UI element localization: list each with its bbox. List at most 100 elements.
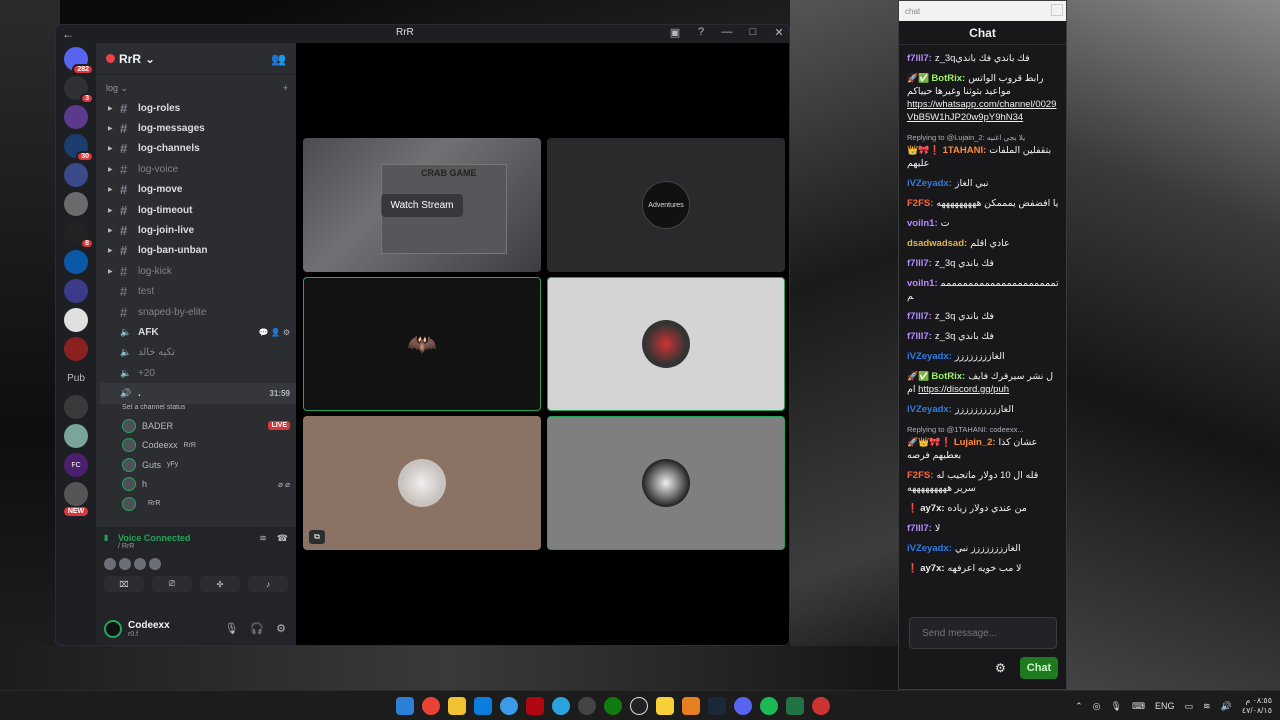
chat-username[interactable]: ay7x:	[920, 563, 944, 574]
participant-tile[interactable]: Adventures	[547, 138, 785, 272]
server-icon[interactable]: 8	[64, 221, 94, 249]
chat-username[interactable]: BotRix:	[931, 73, 965, 84]
user-avatar[interactable]	[104, 619, 122, 638]
server-icon[interactable]	[64, 250, 88, 274]
voice-channel-active[interactable]: 🔊. 31:59	[100, 383, 296, 404]
obs-icon[interactable]	[578, 697, 596, 715]
chat-username[interactable]: ay7x:	[920, 503, 944, 514]
send-chat-button[interactable]: Chat	[1020, 657, 1058, 679]
back-arrow-icon[interactable]: ←	[56, 27, 80, 41]
volume-icon[interactable]: 🔊	[1221, 701, 1232, 712]
channel-status-hint[interactable]: Set a channel status	[96, 404, 296, 416]
chrome-icon[interactable]	[422, 697, 440, 715]
chat-username[interactable]: f7lll7:	[907, 523, 932, 534]
chat-username[interactable]: f7lll7:	[907, 53, 932, 64]
chevron-up-icon[interactable]: ⌃	[1075, 701, 1083, 712]
server-icon[interactable]	[64, 395, 88, 419]
channel-log-messages[interactable]: ▶ # log-messages	[100, 118, 296, 138]
chat-username[interactable]: voiln1:	[907, 278, 938, 289]
server-icon[interactable]	[64, 192, 88, 216]
chat-username[interactable]: iVZeyadx:	[907, 404, 952, 415]
server-icon[interactable]: 282	[64, 47, 94, 75]
disconnect-icon[interactable]: ☎	[277, 533, 288, 544]
watch-stream-button[interactable]: Watch Stream	[380, 193, 464, 217]
spotify-icon[interactable]	[760, 697, 778, 715]
activities-button[interactable]: ✣	[200, 576, 240, 592]
voice-channel[interactable]: 🔈 تكيه خالد	[100, 343, 296, 363]
chat-username[interactable]: f7lll7:	[907, 258, 932, 269]
notes-icon[interactable]	[656, 697, 674, 715]
excel-icon[interactable]	[786, 697, 804, 715]
server-icon[interactable]	[64, 279, 88, 303]
store-icon[interactable]	[474, 697, 492, 715]
channel-log-roles[interactable]: ▶ # log-roles	[100, 98, 296, 118]
chat-username[interactable]: F2FS:	[907, 470, 933, 481]
server-header[interactable]: RrR ⌄ 👥	[96, 43, 296, 75]
clock[interactable]: ٠٨:٥٥ م ٤٧/٠٨/١٥	[1242, 696, 1272, 716]
add-member-icon[interactable]: 👥	[271, 52, 286, 66]
avatar[interactable]	[119, 558, 131, 570]
keyboard-icon[interactable]: ⌨	[1132, 701, 1145, 712]
app-icon[interactable]	[630, 697, 648, 715]
server-icon[interactable]	[64, 105, 88, 129]
server-icon[interactable]	[64, 424, 88, 448]
stream-tile[interactable]: CRAB GAME Watch Stream	[303, 138, 541, 272]
minimize-button[interactable]: —	[719, 26, 735, 39]
server-icon[interactable]	[64, 482, 88, 506]
server-icon[interactable]	[64, 337, 88, 361]
server-icon[interactable]: 3	[64, 76, 94, 104]
app-icon[interactable]	[682, 697, 700, 715]
avatar[interactable]	[104, 558, 116, 570]
noise-suppression-icon[interactable]: ≋	[259, 533, 267, 544]
chat-username[interactable]: iVZeyadx:	[907, 178, 952, 189]
server-pub-label[interactable]: Pub	[64, 366, 88, 390]
chat-input[interactable]	[909, 617, 1057, 649]
channel-test[interactable]: # test	[100, 282, 296, 302]
app-icon[interactable]	[812, 697, 830, 715]
channel-log-join-live[interactable]: ▶ # log-join-live	[100, 220, 296, 240]
close-button[interactable]	[1051, 4, 1063, 16]
steam-icon[interactable]	[708, 697, 726, 715]
app-tray-icon[interactable]: ◎	[1093, 701, 1101, 712]
chat-username[interactable]: F2FS:	[907, 198, 933, 209]
soundboard-button[interactable]: ♪	[248, 576, 288, 592]
server-icon[interactable]: 30	[64, 134, 94, 162]
chat-link[interactable]: https://whatsapp.com/channel/0029VbB5W1h…	[907, 99, 1056, 123]
display-icon[interactable]: ▭	[1184, 701, 1193, 712]
server-icon[interactable]	[64, 308, 88, 332]
wifi-icon[interactable]: ≋	[1203, 701, 1211, 712]
voice-user[interactable]: BADER LIVE	[96, 416, 296, 436]
channel-log-kick[interactable]: ▶ # log-kick	[100, 261, 296, 281]
voice-user[interactable]: RrR	[96, 494, 296, 514]
server-icon[interactable]	[64, 163, 88, 187]
file-explorer-icon[interactable]	[448, 697, 466, 715]
chat-username[interactable]: f7lll7:	[907, 311, 932, 322]
start-icon[interactable]	[396, 697, 414, 715]
voice-channel[interactable]: 🔈 +20	[100, 363, 296, 383]
edge-icon[interactable]	[500, 697, 518, 715]
language-indicator[interactable]: ENG	[1155, 701, 1175, 711]
chat-username[interactable]: Lujain_2:	[954, 437, 996, 448]
close-button[interactable]: ✕	[771, 26, 787, 39]
gear-icon[interactable]: ⚙	[276, 622, 286, 635]
channel-log-ban-unban[interactable]: ▶ # log-ban-unban	[100, 241, 296, 261]
telegram-icon[interactable]	[552, 697, 570, 715]
help-icon[interactable]: ?	[693, 26, 709, 39]
headphones-icon[interactable]: 🎧	[250, 622, 264, 635]
channel-log-timeout[interactable]: ▶ # log-timeout	[100, 200, 296, 220]
participant-tile[interactable]	[547, 416, 785, 550]
xbox-icon[interactable]	[604, 697, 622, 715]
channel-log-voice[interactable]: ▶ # log-voice	[100, 159, 296, 179]
settings-gear-icon[interactable]: ⚙	[995, 661, 1006, 675]
participant-tile[interactable]	[547, 277, 785, 411]
server-icon[interactable]: FC	[64, 453, 88, 477]
avatar[interactable]	[134, 558, 146, 570]
chat-username[interactable]: voiln1:	[907, 218, 938, 229]
voice-connected-sub[interactable]: / RrR	[104, 543, 288, 550]
channel-log-channels[interactable]: ▶ # log-channels	[100, 139, 296, 159]
netflix-icon[interactable]	[526, 697, 544, 715]
share-screen-button[interactable]: ⎚	[152, 576, 192, 592]
category-log[interactable]: log ⌄ +	[96, 75, 296, 98]
chat-username[interactable]: 1TAHANI:	[943, 145, 987, 156]
participant-tile[interactable]: 🦇	[303, 277, 541, 411]
